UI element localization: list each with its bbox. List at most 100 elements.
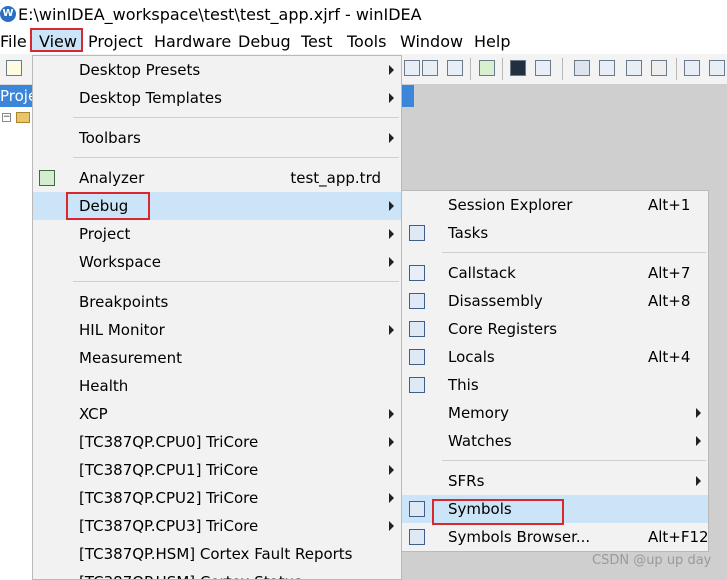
submenu-arrow-icon: [696, 476, 701, 486]
menu-item-toolbars[interactable]: Toolbars: [33, 124, 401, 152]
project-panel-header[interactable]: Proje: [0, 85, 32, 107]
menu-item-label: Workspace: [79, 253, 161, 271]
new-file-icon[interactable]: [6, 60, 22, 76]
submenu-arrow-icon: [696, 436, 701, 446]
submenu-arrow-icon: [389, 133, 394, 143]
menu-item-measurement[interactable]: Measurement: [33, 344, 401, 372]
menu-hardware[interactable]: Hardware: [154, 32, 231, 52]
menu-item-hsm-status[interactable]: [TC387QP.HSM] Cortex Status: [33, 568, 401, 579]
menu-view[interactable]: View: [39, 32, 77, 52]
analyzer-icon[interactable]: [479, 60, 495, 76]
menu-separator: [73, 281, 399, 282]
submenu-item-watches[interactable]: Watches: [402, 427, 708, 455]
disassembly-icon: [409, 293, 425, 309]
submenu-item-label: Symbols Browser...: [448, 528, 591, 546]
analyzer-icon: [39, 170, 55, 186]
menu-item-label: Breakpoints: [79, 293, 169, 311]
submenu-item-label: This: [448, 376, 479, 394]
menu-tools[interactable]: Tools: [347, 32, 386, 52]
submenu-arrow-icon: [389, 257, 394, 267]
menu-item-analyzer[interactable]: Analyzer test_app.trd: [33, 164, 401, 192]
submenu-arrow-icon: [389, 325, 394, 335]
menu-window[interactable]: Window: [400, 32, 463, 52]
submenu-arrow-icon: [389, 93, 394, 103]
layers-icon[interactable]: [574, 60, 590, 76]
grid-alt-icon[interactable]: [626, 60, 642, 76]
menu-item-label: Project: [79, 225, 131, 243]
menu-item-cpu3[interactable]: [TC387QP.CPU3] TriCore: [33, 512, 401, 540]
document-icon[interactable]: [447, 60, 463, 76]
submenu-item-label: Tasks: [448, 224, 489, 242]
menu-item-label: Health: [79, 377, 129, 395]
submenu-item-locals[interactable]: Locals Alt+4: [402, 343, 708, 371]
submenu-arrow-icon: [389, 201, 394, 211]
menu-item-desktop-presets[interactable]: Desktop Presets: [33, 56, 401, 84]
menu-item-xcp[interactable]: XCP: [33, 400, 401, 428]
menu-item-label: Measurement: [79, 349, 182, 367]
menu-separator: [442, 252, 706, 253]
submenu-arrow-icon: [389, 465, 394, 475]
callstack-icon: [409, 265, 425, 281]
submenu-item-memory[interactable]: Memory: [402, 399, 708, 427]
submenu-item-session-explorer[interactable]: Session Explorer Alt+1: [402, 191, 708, 219]
menu-help[interactable]: Help: [474, 32, 510, 52]
folder-icon[interactable]: [16, 112, 30, 123]
view-menu: Desktop Presets Desktop Templates Toolba…: [32, 55, 402, 580]
locals-icon: [409, 349, 425, 365]
symbols-icon: [409, 501, 425, 517]
menu-item-health[interactable]: Health: [33, 372, 401, 400]
grid-icon[interactable]: [599, 60, 615, 76]
menu-item-label: Desktop Templates: [79, 89, 222, 107]
panel-header-strip: [402, 85, 414, 107]
table-icon[interactable]: [422, 60, 438, 76]
submenu-item-callstack[interactable]: Callstack Alt+7: [402, 259, 708, 287]
submenu-item-tasks[interactable]: Tasks: [402, 219, 708, 247]
tree-expand-icon[interactable]: −: [2, 113, 11, 122]
submenu-item-this[interactable]: This: [402, 371, 708, 399]
this-icon: [409, 377, 425, 393]
debug-annotation-box: [66, 192, 150, 220]
cut-icon[interactable]: [684, 60, 700, 76]
menu-item-desktop-templates[interactable]: Desktop Templates: [33, 84, 401, 112]
menu-item-breakpoints[interactable]: Breakpoints: [33, 288, 401, 316]
window-title: E:\winIDEA_workspace\test\test_app.xjrf …: [18, 5, 422, 24]
menu-item-cpu1[interactable]: [TC387QP.CPU1] TriCore: [33, 456, 401, 484]
submenu-item-core-registers[interactable]: Core Registers: [402, 315, 708, 343]
submenu-item-disassembly[interactable]: Disassembly Alt+8: [402, 287, 708, 315]
winidea-app-icon: W: [0, 6, 16, 22]
debug-submenu: Session Explorer Alt+1 Tasks Callstack A…: [401, 190, 709, 552]
menu-file[interactable]: File: [0, 32, 27, 52]
menu-debug[interactable]: Debug: [238, 32, 291, 52]
window-icon[interactable]: [404, 60, 420, 76]
submenu-arrow-icon: [389, 493, 394, 503]
menu-separator: [442, 460, 706, 461]
submenu-arrow-icon: [696, 408, 701, 418]
submenu-arrow-icon: [389, 521, 394, 531]
terminal-icon[interactable]: [510, 60, 526, 76]
menu-item-label: [TC387QP.CPU3] TriCore: [79, 517, 259, 535]
menu-separator: [73, 117, 399, 118]
tasks-icon: [409, 225, 425, 241]
submenu-item-label: Disassembly: [448, 292, 543, 310]
menu-item-label: XCP: [79, 405, 108, 423]
submenu-item-accel: Alt+1: [648, 196, 691, 214]
menu-item-cpu2[interactable]: [TC387QP.CPU2] TriCore: [33, 484, 401, 512]
submenu-item-sfrs[interactable]: SFRs: [402, 467, 708, 495]
submenu-item-label: Memory: [448, 404, 510, 422]
submenu-item-symbols-browser[interactable]: Symbols Browser... Alt+F12: [402, 523, 708, 551]
menu-item-hsm-fault-reports[interactable]: [TC387QP.HSM] Cortex Fault Reports: [33, 540, 401, 568]
menu-project[interactable]: Project: [88, 32, 143, 52]
menu-test[interactable]: Test: [301, 32, 333, 52]
menu-item-label: [TC387QP.CPU0] TriCore: [79, 433, 259, 451]
toolbar-separator: [562, 58, 563, 80]
menu-item-label: Desktop Presets: [79, 61, 201, 79]
edit-icon[interactable]: [535, 60, 551, 76]
close-all-icon[interactable]: [709, 60, 725, 76]
menu-item-hil-monitor[interactable]: HIL Monitor: [33, 316, 401, 344]
menu-item-workspace[interactable]: Workspace: [33, 248, 401, 276]
menu-item-project[interactable]: Project: [33, 220, 401, 248]
delete-icon[interactable]: [651, 60, 667, 76]
menu-item-cpu0[interactable]: [TC387QP.CPU0] TriCore: [33, 428, 401, 456]
toolbar-separator: [470, 58, 471, 80]
menu-item-label: [TC387QP.CPU1] TriCore: [79, 461, 259, 479]
